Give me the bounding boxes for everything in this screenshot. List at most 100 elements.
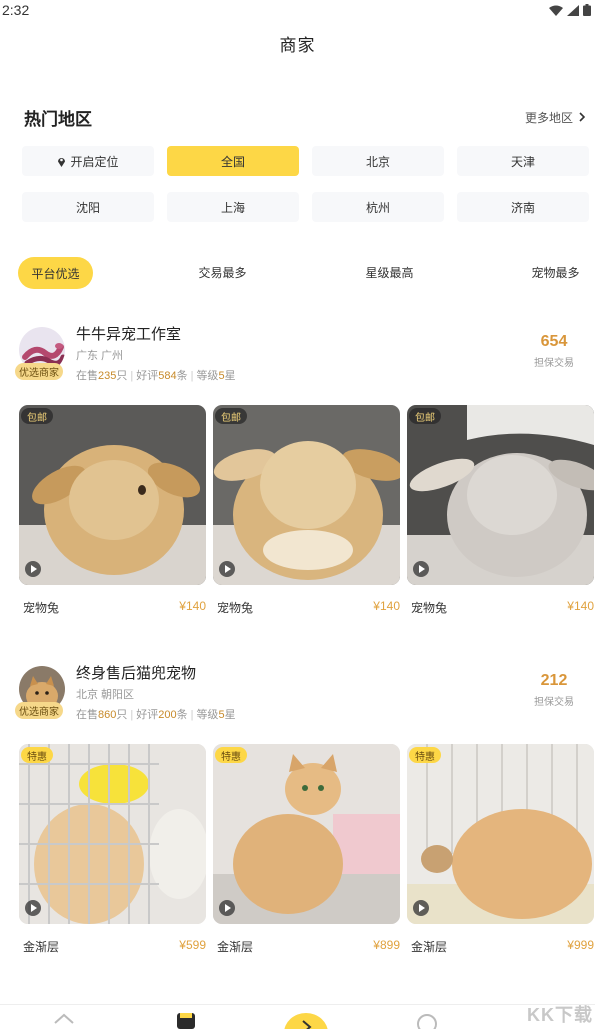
- product-image: 特惠: [19, 744, 206, 924]
- product-row: 包邮 宠物兔 ¥140 包邮 宠物兔 ¥140 包邮 宠物兔 ¥140: [19, 405, 594, 616]
- product-card[interactable]: 特惠 金渐层 ¥899: [213, 744, 400, 955]
- product-name: 金渐层: [23, 940, 60, 954]
- region-chip-label: 上海: [220, 200, 245, 215]
- guarantee-count: 654 担保交易: [524, 333, 584, 369]
- product-price: ¥140: [373, 599, 400, 613]
- level-prefix: 等级: [196, 370, 219, 382]
- product-badge: 特惠: [409, 747, 441, 763]
- merchant-card[interactable]: 优选商家 终身售后猫兜宠物 北京 朝阳区 在售860只 | 好评200条 | 等级5星 …: [0, 662, 595, 962]
- guarantee-count-label: 担保交易: [534, 358, 574, 369]
- play-icon[interactable]: [25, 900, 41, 916]
- home-icon[interactable]: [53, 1013, 75, 1029]
- tab-most-pets[interactable]: 宠物最多: [518, 255, 593, 289]
- region-chip-label: 沈阳: [75, 200, 100, 215]
- play-icon[interactable]: [219, 561, 235, 577]
- product-badge: 包邮: [21, 408, 53, 424]
- tab-platform-pick[interactable]: 平台优选: [18, 257, 93, 289]
- region-chip-label: 北京: [365, 154, 390, 169]
- play-icon[interactable]: [413, 561, 429, 577]
- level-unit: 星: [224, 370, 236, 382]
- play-icon[interactable]: [413, 900, 429, 916]
- product-card[interactable]: 包邮 宠物兔 ¥140: [213, 405, 400, 616]
- region-chip-label: 开启定位: [70, 154, 119, 169]
- shop-icon[interactable]: [175, 1011, 197, 1029]
- region-chip-label: 杭州: [365, 200, 390, 215]
- region-chip-label: 济南: [510, 200, 535, 215]
- tab-most-trades[interactable]: 交易最多: [185, 255, 260, 289]
- on-sale-unit: 只: [116, 709, 128, 721]
- reviews-unit: 条: [176, 709, 188, 721]
- product-name: 宠物兔: [411, 601, 448, 615]
- reviews-unit: 条: [176, 370, 188, 382]
- product-card[interactable]: 包邮 宠物兔 ¥140: [19, 405, 206, 616]
- more-regions-label: 更多地区: [524, 110, 573, 125]
- on-sale-count: 235: [98, 370, 117, 382]
- product-price: ¥140: [179, 599, 206, 613]
- product-badge: 包邮: [409, 408, 441, 424]
- region-chip-locate[interactable]: 开启定位: [22, 146, 154, 176]
- title-bar: 商家: [0, 20, 595, 66]
- level-unit: 星: [224, 709, 236, 721]
- region-chip-hangzhou[interactable]: 杭州: [312, 192, 444, 222]
- product-image: 包邮: [19, 405, 206, 585]
- merchant-header[interactable]: 优选商家 牛牛异宠工作室 广东 广州 在售235只 | 好评584条 | 等级5星 65…: [0, 323, 595, 393]
- region-chip-label: 全国: [220, 154, 245, 169]
- region-header: 热门地区 更多地区: [0, 95, 595, 139]
- merchant-stats: 在售235只 | 好评584条 | 等级5星: [76, 370, 236, 382]
- product-badge: 包邮: [215, 408, 247, 424]
- merchant-card[interactable]: 优选商家 牛牛异宠工作室 广东 广州 在售235只 | 好评584条 | 等级5星 65…: [0, 323, 595, 623]
- region-chip-jinan[interactable]: 济南: [457, 192, 589, 222]
- product-card[interactable]: 特惠 金渐层 ¥599: [19, 744, 206, 955]
- merchant-stats: 在售860只 | 好评200条 | 等级5星: [76, 709, 236, 721]
- bottom-nav: KK下载: [0, 1004, 595, 1029]
- chevron-right-icon: [579, 112, 585, 122]
- guarantee-count-value: 654: [540, 333, 568, 350]
- region-chip-label: 天津: [510, 154, 535, 169]
- product-card[interactable]: 包邮 宠物兔 ¥140: [407, 405, 594, 616]
- product-badge: 特惠: [215, 747, 247, 763]
- product-price: ¥140: [567, 599, 594, 613]
- region-chip-shenyang[interactable]: 沈阳: [22, 192, 154, 222]
- product-image: 包邮: [407, 405, 594, 585]
- product-name: 金渐层: [217, 940, 254, 954]
- play-icon[interactable]: [219, 900, 235, 916]
- guarantee-count-value: 212: [540, 672, 568, 689]
- product-image: 包邮: [213, 405, 400, 585]
- product-card[interactable]: 特惠 金渐层 ¥999: [407, 744, 594, 955]
- reviews-count: 200: [158, 709, 177, 721]
- reviews-prefix: 好评: [136, 370, 159, 382]
- preferred-merchant-badge: 优选商家: [15, 363, 63, 380]
- message-icon[interactable]: [416, 1013, 438, 1029]
- status-time: 2:32: [2, 2, 30, 18]
- guarantee-count: 212 担保交易: [524, 672, 584, 708]
- sort-tabs: 平台优选 交易最多 星级最高 宠物最多: [0, 255, 595, 291]
- product-name: 宠物兔: [217, 601, 254, 615]
- region-chip-beijing[interactable]: 北京: [312, 146, 444, 176]
- on-sale-count: 860: [98, 709, 117, 721]
- more-regions-link[interactable]: 更多地区: [525, 109, 585, 126]
- reviews-count: 584: [158, 370, 177, 382]
- guarantee-count-label: 担保交易: [534, 697, 574, 708]
- merchant-location: 广东 广州: [76, 350, 124, 362]
- play-icon[interactable]: [25, 561, 41, 577]
- hot-region-section: 热门地区 更多地区 开启定位 全国 北京 天津 沈阳 上海 杭州 济南: [0, 95, 595, 222]
- merchant-header[interactable]: 优选商家 终身售后猫兜宠物 北京 朝阳区 在售860只 | 好评200条 | 等级5星 …: [0, 662, 595, 732]
- region-chip-tianjin[interactable]: 天津: [457, 146, 589, 176]
- region-chip-shanghai[interactable]: 上海: [167, 192, 299, 222]
- product-name: 宠物兔: [23, 601, 60, 615]
- tab-top-rated[interactable]: 星级最高: [352, 255, 427, 289]
- product-name: 金渐层: [411, 940, 448, 954]
- preferred-merchant-badge: 优选商家: [15, 702, 63, 719]
- product-price: ¥999: [567, 938, 594, 952]
- region-chip-all[interactable]: 全国: [167, 146, 299, 176]
- center-action-icon[interactable]: [283, 1011, 329, 1029]
- battery-icon: [583, 4, 591, 16]
- merchant-name: 牛牛异宠工作室: [76, 326, 182, 343]
- reviews-prefix: 好评: [136, 709, 159, 721]
- product-row: 特惠 金渐层 ¥599 特惠 金渐层 ¥899 特惠 金渐层 ¥999: [19, 744, 594, 955]
- product-price: ¥599: [179, 938, 206, 952]
- product-image: 特惠: [407, 744, 594, 924]
- region-chip-grid: 开启定位 全国 北京 天津 沈阳 上海 杭州 济南: [0, 139, 595, 222]
- on-sale-unit: 只: [116, 370, 128, 382]
- product-badge: 特惠: [21, 747, 53, 763]
